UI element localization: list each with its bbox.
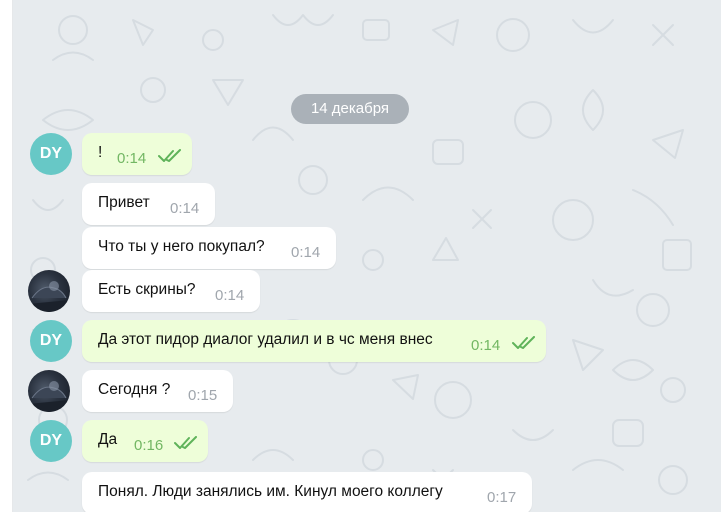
message-text: Да [98, 431, 118, 448]
message-bubble-outgoing[interactable]: Да этот пидор диалог удалил и в чс меня … [82, 320, 546, 362]
left-panel-edge [0, 0, 13, 512]
message-text: Да этот пидор диалог удалил и в чс меня … [98, 331, 433, 348]
message-bubble-incoming[interactable]: Понял. Люди занялись им. Кинул моего кол… [82, 472, 532, 512]
date-separator: 14 декабря [291, 94, 409, 124]
avatar-self[interactable]: DY [30, 320, 72, 362]
avatar-self[interactable]: DY [30, 420, 72, 462]
double-check-icon [512, 336, 535, 349]
message-bubble-outgoing[interactable]: Да 0:16 [82, 420, 208, 462]
message-bubble-incoming[interactable]: Привет 0:14 [82, 183, 215, 225]
double-check-icon [158, 149, 181, 162]
message-time: 0:14 [170, 200, 200, 217]
message-bubble-incoming[interactable]: Сегодня ? 0:15 [82, 370, 233, 412]
message-text: Что ты у него покупал? [98, 238, 265, 255]
message-bubble-incoming[interactable]: Есть скрины? 0:14 [82, 270, 260, 312]
message-time: 0:14 [215, 287, 245, 304]
avatar-self[interactable]: DY [30, 133, 72, 175]
message-time: 0:15 [188, 387, 218, 404]
message-time: 0:17 [487, 489, 517, 506]
message-time: 0:14 [117, 150, 147, 167]
avatar-contact[interactable] [28, 370, 70, 412]
message-text: ! [98, 144, 103, 161]
contact-avatar-photo [28, 281, 70, 312]
message-text: Есть скрины? [98, 281, 196, 298]
contact-avatar-photo [28, 381, 70, 412]
message-text: Понял. Люди занялись им. Кинул моего кол… [98, 483, 443, 500]
message-text: Сегодня ? [98, 381, 171, 398]
message-time: 0:14 [291, 244, 321, 261]
message-bubble-incoming[interactable]: Что ты у него покупал? 0:14 [82, 227, 336, 269]
message-text: Привет [98, 194, 150, 211]
avatar-contact[interactable] [28, 270, 70, 312]
chat-area[interactable]: 14 декабря DY ! 0:14 Привет 0:14 Что ты … [13, 0, 721, 512]
message-bubble-outgoing[interactable]: ! 0:14 [82, 133, 192, 175]
message-time: 0:16 [134, 437, 164, 454]
double-check-icon [174, 436, 197, 449]
message-time: 0:14 [471, 337, 501, 354]
